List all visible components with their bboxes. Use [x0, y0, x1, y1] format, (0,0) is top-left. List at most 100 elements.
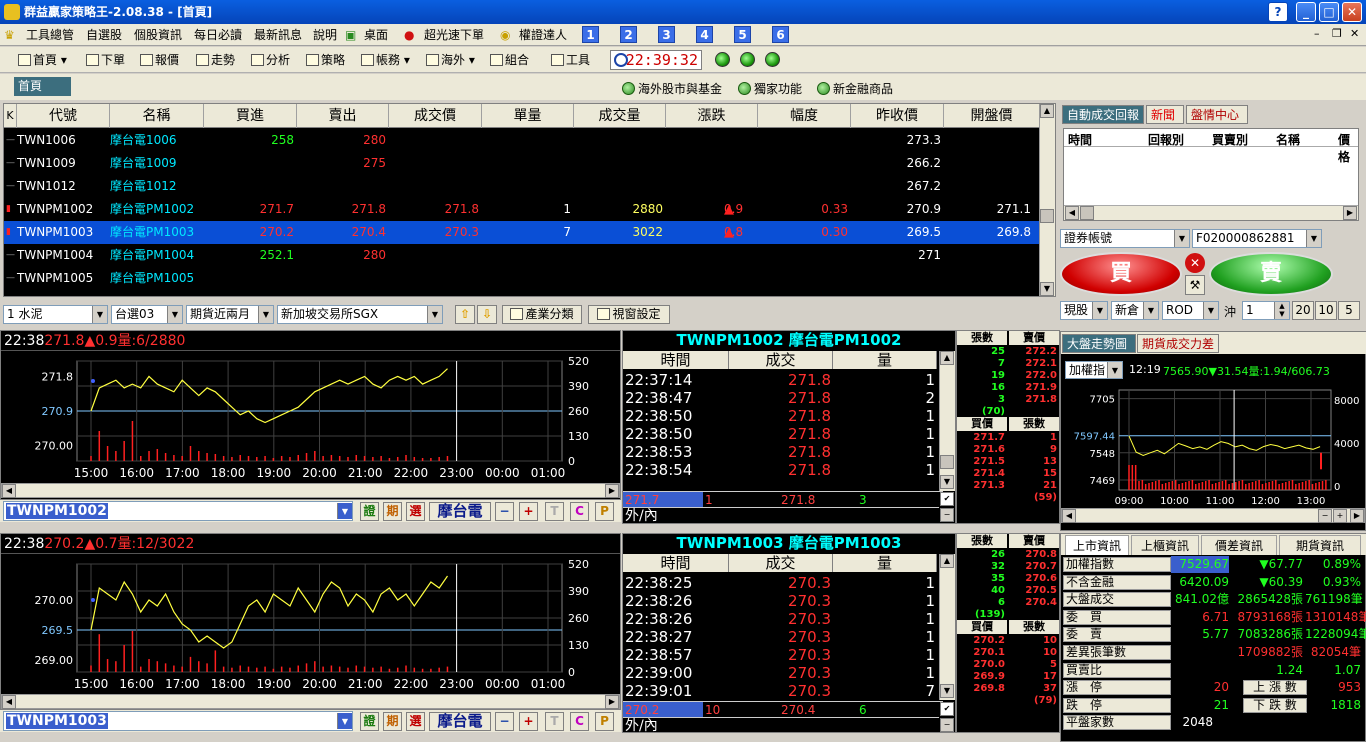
lot-20-button[interactable]: 20 — [1292, 301, 1314, 320]
list-hscrollbar[interactable]: ◀ ▶ — [1064, 205, 1358, 220]
header-change[interactable]: 漲跌 — [666, 104, 758, 128]
chart-plot[interactable]: 520 390 260 130 0 271.8 270.9 270.0015:00 16:00 1… — [1, 353, 620, 483]
toolbar-combo[interactable]: 組合 — [490, 52, 529, 68]
tick-row[interactable]: 22:38:53 271.8 1 — [623, 443, 943, 461]
buy-button[interactable]: 買 — [1060, 252, 1182, 296]
menu-help[interactable]: 說明 — [313, 27, 337, 43]
scroll-thumb[interactable] — [1040, 209, 1054, 223]
scroll-left-button[interactable]: ◀ — [2, 484, 16, 498]
status-light-icon[interactable] — [765, 52, 780, 67]
header-name[interactable]: 名稱 — [110, 104, 204, 128]
industry-button[interactable]: 產業分類 — [502, 305, 582, 324]
chevron-down-icon[interactable]: ▼ — [337, 713, 352, 729]
tick-row[interactable]: 22:38:57 270.3 1 — [623, 646, 943, 664]
symbol-input[interactable]: TWNPM1002 ▼ — [3, 501, 353, 521]
tick-row[interactable]: 22:38:50 271.8 1 — [623, 407, 943, 425]
tick-row[interactable]: 22:38:27 270.3 1 — [623, 628, 943, 646]
stepper-arrows-icon[interactable]: ▲ ▼ — [1274, 302, 1289, 319]
cancel-order-icon[interactable]: ✕ — [1185, 253, 1205, 273]
tick-row[interactable]: 22:39:01 270.3 7 — [623, 682, 943, 700]
status-light-icon[interactable] — [715, 52, 730, 67]
header-total-volume[interactable]: 成交量 — [574, 104, 666, 128]
tick-row[interactable]: 22:38:50 271.8 1 — [623, 425, 943, 443]
tab-futures-spread[interactable]: 期貨成交力差 — [1137, 334, 1219, 353]
warrant-toggle-button[interactable]: 證 — [360, 502, 379, 521]
tab-spread[interactable]: 價差資訊 — [1201, 535, 1277, 555]
quote-row[interactable]: — TWNPM1004 摩台電PM1004 252.1 280 271 — [4, 244, 1040, 267]
layout-1-button[interactable]: 1 — [582, 26, 599, 43]
toolbar-tools[interactable]: 工具 — [551, 52, 590, 68]
tick-row[interactable]: 22:38:54 271.8 1 — [623, 461, 943, 479]
header-bid[interactable]: 買進 — [204, 104, 297, 128]
account-number-select[interactable]: F020000862881 ▼ — [1192, 229, 1322, 248]
collapse-button[interactable]: − — [940, 508, 954, 522]
scroll-down-button[interactable]: ▼ — [1040, 282, 1054, 296]
zoom-out-button[interactable]: − — [495, 502, 514, 521]
toolbar-home[interactable]: 首頁 ▾ — [18, 52, 67, 68]
menu-news[interactable]: 最新訊息 — [254, 27, 302, 43]
scroll-right-button[interactable]: ▶ — [1350, 509, 1364, 523]
header-tick-volume[interactable]: 單量 — [482, 104, 574, 128]
scroll-thumb[interactable] — [940, 455, 954, 469]
menu-tools[interactable]: 工具總管 — [26, 27, 74, 43]
header-percent[interactable]: 幅度 — [758, 104, 851, 128]
scroll-right-button[interactable]: ▶ — [605, 484, 619, 498]
product-name-button[interactable]: 摩台電 — [429, 502, 491, 521]
tick-row[interactable]: 22:37:14 271.8 1 — [623, 371, 943, 389]
zoom-in-button[interactable]: + — [519, 502, 538, 521]
symbol-input[interactable]: TWNPM1003 ▼ — [3, 711, 353, 731]
color-tool-button[interactable]: C — [570, 502, 589, 521]
futures-toggle-button[interactable]: 期 — [383, 502, 402, 521]
chevron-down-icon[interactable]: ▼ — [337, 503, 352, 519]
maximize-button[interactable]: □ — [1319, 2, 1339, 22]
text-tool-button[interactable]: T — [545, 502, 564, 521]
index-chart-plot[interactable]: 7705 7597.44 7548 7469 8000 4000 0 09:00 10:00 11… — [1061, 384, 1365, 508]
menu-daily[interactable]: 每日必讀 — [194, 27, 242, 43]
header-ask[interactable]: 賣出 — [297, 104, 389, 128]
toolbar-quote[interactable]: 報價 — [140, 52, 179, 68]
menu-fast-order[interactable]: 超光速下單 — [424, 27, 484, 43]
layout-2-button[interactable]: 2 — [620, 26, 637, 43]
quote-row[interactable]: — TWN1006 摩台電1006 258 280 273.3 — [4, 129, 1040, 152]
tick-row[interactable]: 22:38:47 271.8 2 — [623, 389, 943, 407]
status-light-icon[interactable] — [740, 52, 755, 67]
print-tool-button[interactable]: P — [595, 502, 614, 521]
checkbox-icon[interactable]: ✔ — [940, 492, 954, 506]
tif-select[interactable]: ROD ▼ — [1162, 301, 1219, 320]
product-name-button[interactable]: 摩台電 — [429, 712, 491, 731]
link-exclusive[interactable]: 獨家功能 — [738, 80, 802, 97]
tick-row[interactable]: 22:38:26 270.3 1 — [623, 610, 943, 628]
scroll-left-button[interactable]: ◀ — [1065, 206, 1079, 220]
mdi-minimize-button[interactable]: – — [1314, 27, 1320, 40]
futures-toggle-button[interactable]: 期 — [383, 712, 402, 731]
mdi-close-button[interactable]: ✕ — [1350, 27, 1359, 40]
quote-row[interactable]: — TWNPM1005 摩台電PM1005 — [4, 267, 1040, 290]
mdi-restore-button[interactable]: ❐ — [1332, 27, 1342, 40]
link-overseas-funds[interactable]: 海外股市與基金 — [622, 80, 722, 97]
tick-scrollbar[interactable]: ▲ ▼ — [939, 554, 955, 700]
option-toggle-button[interactable]: 選 — [406, 712, 425, 731]
sector-select[interactable]: 1 水泥 ▼ — [3, 305, 108, 324]
header-code[interactable]: 代號 — [17, 104, 110, 128]
arrow-down-icon[interactable]: ⇩ — [477, 305, 497, 324]
toolbar-analysis[interactable]: 分析 — [251, 52, 290, 68]
toolbar-overseas[interactable]: 海外 ▾ — [426, 52, 475, 68]
futures-select[interactable]: 期貨近兩月 ▼ — [186, 305, 274, 324]
quote-row[interactable]: ▮ TWNPM1003 摩台電PM1003 270.2 270.4 270.3 7 3022 0… — [4, 221, 1040, 244]
position-select[interactable]: 新倉 ▼ — [1111, 301, 1159, 320]
layout-3-button[interactable]: 3 — [658, 26, 675, 43]
scroll-right-button[interactable]: ▶ — [1343, 206, 1357, 220]
minimize-button[interactable]: _ — [1296, 2, 1316, 22]
scroll-down-button[interactable]: ▼ — [940, 684, 954, 698]
toolbar-account[interactable]: 帳務 ▾ — [361, 52, 410, 68]
exchange-select[interactable]: 新加坡交易所SGX ▼ — [277, 305, 443, 324]
lot-5-button[interactable]: 5 — [1338, 301, 1360, 320]
scroll-up-button[interactable]: ▲ — [1040, 104, 1054, 118]
tab-futures-info[interactable]: 期貨資訊 — [1279, 535, 1361, 555]
menu-stock-info[interactable]: 個股資訊 — [134, 27, 182, 43]
tick-row[interactable]: 22:39:00 270.3 1 — [623, 664, 943, 682]
zoom-in-button[interactable]: + — [1333, 509, 1347, 523]
layout-4-button[interactable]: 4 — [696, 26, 713, 43]
settings-tool-icon[interactable]: ⚒ — [1185, 275, 1205, 295]
quote-row[interactable]: ▮ TWNPM1002 摩台電PM1002 271.7 271.8 271.8 1 2880 0… — [4, 198, 1040, 221]
